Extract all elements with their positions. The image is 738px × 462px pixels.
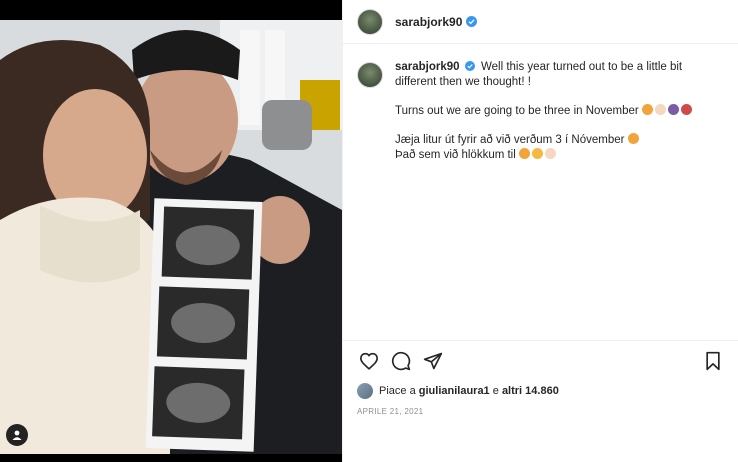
paper-plane-icon[interactable] [421,349,445,373]
heart-icon[interactable] [357,349,381,373]
liker-username[interactable]: giulianilaura1 [419,385,490,397]
user-tag-icon[interactable] [6,424,28,446]
caption-paragraph-1: sarabjork90 Well this year turned out to… [395,60,725,90]
caption-area: sarabjork90 Well this year turned out to… [343,44,738,340]
likes-middle: e [492,385,499,397]
likes-prefix: Piace a [379,385,416,397]
caption-username[interactable]: sarabjork90 [395,61,460,73]
post-side-panel: sarabjork90 sarabjork90 Well this year t… [342,0,738,462]
caption-line-2: Turns out we are going to be three in No… [395,105,639,117]
smiling-hearts-emoji-icon [532,148,543,159]
caption-text: sarabjork90 Well this year turned out to… [395,60,725,177]
woman-emoji-icon [667,104,679,115]
caption-author-avatar[interactable] [357,62,383,88]
heart-eyes-emoji-icon [641,104,653,115]
likes-summary: Piace a giulianilaura1 e altri 14.860 [343,381,738,399]
bookmark-icon[interactable] [701,349,725,373]
caption-paragraph-3: Jæja litur út fyrir að við verðum 3 í Nó… [395,133,725,163]
author-username[interactable]: sarabjork90 [395,15,462,29]
caption-comment: sarabjork90 Well this year turned out to… [343,44,738,177]
post-date[interactable]: APRILE 21, 2021 [343,399,738,416]
baby-emoji-icon [545,148,556,159]
photo-illustration [0,20,342,454]
heart-eyes-emoji-icon [519,148,530,159]
heart-eyes-emoji-icon [627,133,639,144]
verified-badge-icon [466,16,478,27]
caption-paragraph-2: Turns out we are going to be three in No… [395,104,725,119]
action-icons-row [343,341,738,381]
post-photo[interactable] [0,20,342,454]
comment-icon[interactable] [389,349,413,373]
caption-line-4: Það sem við hlökkum til [395,149,516,161]
caption-line-3: Jæja litur út fyrir að við verðum 3 í Nó… [395,134,625,146]
post-media[interactable] [0,0,342,462]
likes-count-link[interactable]: altri 14.860 [502,385,559,397]
post-header: sarabjork90 [343,0,738,44]
verified-badge-icon [464,61,475,71]
post-container: sarabjork90 sarabjork90 Well this year t… [0,0,738,462]
liker-avatar[interactable] [357,383,373,399]
baby-emoji-icon [654,104,666,115]
pregnant-emoji-icon [680,104,692,115]
author-avatar[interactable] [357,8,383,35]
post-actions: Piace a giulianilaura1 e altri 14.860 AP… [343,340,738,416]
